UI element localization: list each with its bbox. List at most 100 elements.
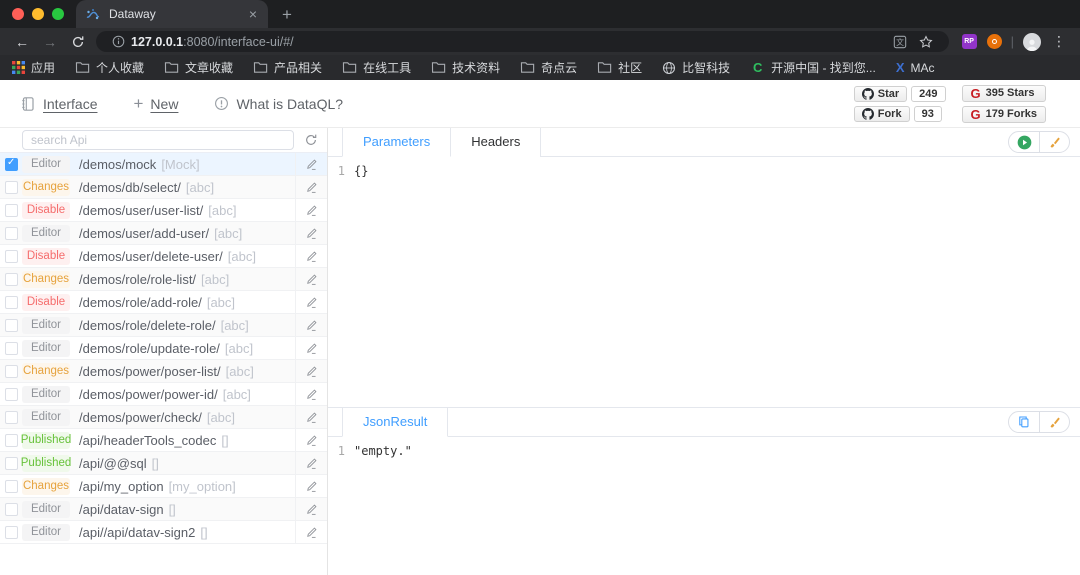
refresh-icon[interactable] bbox=[294, 133, 327, 147]
api-checkbox[interactable] bbox=[0, 434, 22, 447]
edit-pencil-icon[interactable] bbox=[295, 360, 327, 382]
extension-rp-icon[interactable]: RP bbox=[962, 34, 977, 49]
api-checkbox[interactable] bbox=[0, 457, 22, 470]
github-fork-badge[interactable]: Fork 93 bbox=[854, 106, 946, 122]
tab-headers[interactable]: Headers bbox=[451, 128, 541, 157]
bookmark-site-mac[interactable]: X MAc bbox=[896, 60, 935, 75]
bookmark-site-bizhi[interactable]: 比智科技 bbox=[662, 59, 730, 76]
edit-pencil-icon[interactable] bbox=[295, 475, 327, 497]
bookmark-folder[interactable]: 社区 bbox=[597, 59, 642, 76]
api-list-item[interactable]: Changes/demos/role/role-list/[abc] bbox=[0, 268, 327, 291]
tab-close-icon[interactable]: × bbox=[247, 7, 259, 21]
api-list-item[interactable]: Editor/demos/user/add-user/[abc] bbox=[0, 222, 327, 245]
browser-tab-dataway[interactable]: Dataway × bbox=[76, 0, 268, 28]
api-list-item[interactable]: Editor/demos/role/update-role/[abc] bbox=[0, 337, 327, 360]
api-checkbox[interactable] bbox=[0, 273, 22, 286]
bookmark-apps[interactable]: 应用 bbox=[12, 59, 55, 76]
api-checkbox[interactable] bbox=[0, 204, 22, 217]
api-list-item[interactable]: Changes/demos/db/select/[abc] bbox=[0, 176, 327, 199]
search-input[interactable] bbox=[22, 130, 294, 150]
format-brush-icon[interactable] bbox=[1039, 131, 1069, 153]
bookmark-folder[interactable]: 技术资料 bbox=[431, 59, 500, 76]
api-list-item[interactable]: Changes/api/my_option[my_option] bbox=[0, 475, 327, 498]
minimize-window-button[interactable] bbox=[32, 8, 44, 20]
edit-pencil-icon[interactable] bbox=[295, 337, 327, 359]
bookmark-folder[interactable]: 文章收藏 bbox=[164, 59, 233, 76]
api-list-item[interactable]: Published/api/headerTools_codec[] bbox=[0, 429, 327, 452]
edit-pencil-icon[interactable] bbox=[295, 314, 327, 336]
api-list-item[interactable]: Changes/demos/power/poser-list/[abc] bbox=[0, 360, 327, 383]
browser-menu-icon[interactable]: ⋮ bbox=[1046, 33, 1072, 50]
folder-icon bbox=[253, 61, 268, 74]
edit-pencil-icon[interactable] bbox=[295, 406, 327, 428]
api-checkbox[interactable] bbox=[0, 503, 22, 516]
request-code-editor[interactable]: 1 {} bbox=[328, 157, 1080, 178]
execute-button[interactable] bbox=[1009, 131, 1039, 153]
edit-pencil-icon[interactable] bbox=[295, 245, 327, 267]
api-list-item[interactable]: Editor/demos/power/power-id/[abc] bbox=[0, 383, 327, 406]
site-info-icon[interactable] bbox=[106, 35, 131, 48]
copy-icon[interactable] bbox=[1009, 411, 1039, 433]
api-list-item[interactable]: Editor/demos/power/check/[abc] bbox=[0, 406, 327, 429]
bookmark-folder[interactable]: 在线工具 bbox=[342, 59, 411, 76]
edit-pencil-icon[interactable] bbox=[295, 176, 327, 198]
nav-new[interactable]: + New bbox=[133, 94, 178, 114]
edit-pencil-icon[interactable] bbox=[295, 452, 327, 474]
api-checkbox[interactable] bbox=[0, 319, 22, 332]
tab-parameters[interactable]: Parameters bbox=[342, 128, 451, 157]
api-list-item[interactable]: Editor/demos/mock[Mock] bbox=[0, 153, 327, 176]
api-checkbox[interactable] bbox=[0, 181, 22, 194]
tab-jsonresult[interactable]: JsonResult bbox=[342, 408, 448, 437]
edit-pencil-icon[interactable] bbox=[295, 383, 327, 405]
bookmark-folder[interactable]: 个人收藏 bbox=[75, 59, 144, 76]
address-bar[interactable]: 127.0.0.1:8080/interface-ui/#/ 文 bbox=[96, 31, 949, 52]
edit-pencil-icon[interactable] bbox=[295, 521, 327, 543]
api-list-item[interactable]: Editor/demos/role/delete-role/[abc] bbox=[0, 314, 327, 337]
edit-pencil-icon[interactable] bbox=[295, 153, 327, 175]
format-brush-icon[interactable] bbox=[1039, 411, 1069, 433]
close-window-button[interactable] bbox=[12, 8, 24, 20]
gitee-forks-badge[interactable]: G 179 Forks bbox=[962, 106, 1047, 123]
profile-avatar[interactable] bbox=[1023, 33, 1041, 51]
back-icon[interactable]: ← bbox=[8, 35, 36, 49]
api-checkbox[interactable] bbox=[0, 365, 22, 378]
reload-icon[interactable] bbox=[64, 35, 92, 49]
api-list-item[interactable]: Disable/demos/role/add-role/[abc] bbox=[0, 291, 327, 314]
api-checkbox[interactable] bbox=[0, 342, 22, 355]
api-checkbox[interactable] bbox=[0, 480, 22, 493]
api-checkbox[interactable] bbox=[0, 388, 22, 401]
bookmark-star-icon[interactable] bbox=[913, 35, 939, 49]
api-list-item[interactable]: Editor/api//api/datav-sign2[] bbox=[0, 521, 327, 544]
api-checkbox[interactable] bbox=[0, 296, 22, 309]
bookmark-site-oschina[interactable]: C 开源中国 - 找到您... bbox=[750, 59, 876, 76]
api-comment: [abc] bbox=[201, 272, 229, 287]
maximize-window-button[interactable] bbox=[52, 8, 64, 20]
new-tab-button[interactable]: + bbox=[282, 6, 292, 23]
api-checkbox[interactable] bbox=[0, 526, 22, 539]
api-list-item[interactable]: Editor/api/datav-sign[] bbox=[0, 498, 327, 521]
bookmark-folder[interactable]: 奇点云 bbox=[520, 59, 577, 76]
extension-orange-icon[interactable] bbox=[987, 34, 1002, 49]
translate-icon[interactable]: 文 bbox=[887, 35, 913, 49]
gitee-stars-badge[interactable]: G 395 Stars bbox=[962, 85, 1047, 102]
api-list-item[interactable]: Disable/demos/user/user-list/[abc] bbox=[0, 199, 327, 222]
edit-pencil-icon[interactable] bbox=[295, 498, 327, 520]
forward-icon[interactable]: → bbox=[36, 35, 64, 49]
edit-pencil-icon[interactable] bbox=[295, 291, 327, 313]
edit-pencil-icon[interactable] bbox=[295, 429, 327, 451]
edit-pencil-icon[interactable] bbox=[295, 222, 327, 244]
edit-pencil-icon[interactable] bbox=[295, 199, 327, 221]
nav-interface[interactable]: Interface bbox=[20, 96, 97, 112]
bookmark-label: 个人收藏 bbox=[96, 59, 144, 76]
edit-pencil-icon[interactable] bbox=[295, 268, 327, 290]
api-list-item[interactable]: Published/api/@@sql[] bbox=[0, 452, 327, 475]
api-checkbox[interactable] bbox=[0, 158, 22, 171]
nav-what-is-dataql[interactable]: What is DataQL? bbox=[214, 96, 343, 112]
bookmark-folder[interactable]: 产品相关 bbox=[253, 59, 322, 76]
api-checkbox[interactable] bbox=[0, 250, 22, 263]
github-star-badge[interactable]: Star 249 bbox=[854, 86, 946, 102]
result-code-view[interactable]: 1 "empty." bbox=[328, 437, 1080, 458]
api-checkbox[interactable] bbox=[0, 227, 22, 240]
api-checkbox[interactable] bbox=[0, 411, 22, 424]
api-list-item[interactable]: Disable/demos/user/delete-user/[abc] bbox=[0, 245, 327, 268]
